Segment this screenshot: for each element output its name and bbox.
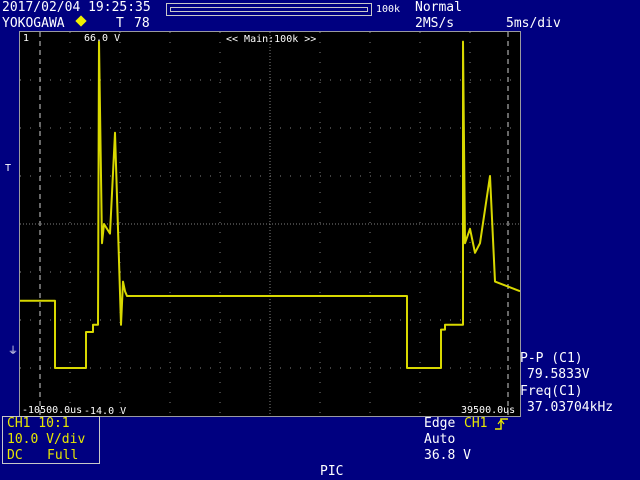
- trigger-level-marker: T: [5, 163, 12, 174]
- footer-label: PIC: [320, 464, 344, 479]
- brand-logo: YOKOGAWA: [2, 16, 65, 31]
- channel-marker: 1: [23, 33, 30, 44]
- datetime: 2017/02/04 19:25:35: [2, 0, 151, 15]
- time-left-label: -10500.0us: [22, 405, 83, 416]
- pp-label: P-P (C1): [520, 351, 583, 366]
- timebase[interactable]: 5ms/div: [506, 17, 561, 31]
- trigger-source[interactable]: CH1: [464, 417, 487, 431]
- acquisition-mode[interactable]: Normal: [415, 1, 462, 15]
- memory-length-label: 100k: [376, 4, 401, 15]
- pp-value: 79.5833V: [527, 367, 590, 382]
- trigger-mode[interactable]: Auto: [424, 433, 455, 447]
- waveform-display[interactable]: [19, 31, 521, 417]
- trigger-position-value: 78: [134, 16, 150, 31]
- ch1-waveform-trace: [20, 40, 520, 369]
- memory-position-bar[interactable]: [166, 3, 372, 16]
- rising-edge-icon: [495, 418, 508, 430]
- oscilloscope-screen: { "header": { "datetime": "2017/02/04 19…: [0, 0, 640, 480]
- ground-marker-icon: ⏚: [8, 346, 18, 357]
- waveform-area: [20, 40, 520, 369]
- zoom-label: << Main:100k >>: [226, 34, 317, 45]
- freq-label: Freq(C1): [520, 384, 583, 399]
- trigger-level: 36.8 V: [424, 448, 471, 463]
- sample-rate: 2MS/s: [415, 16, 455, 31]
- channel-name: CH1 10:1: [7, 416, 70, 431]
- channel-vdiv: 10.0 V/div: [7, 432, 86, 447]
- channel-bandwidth: Full: [47, 448, 79, 463]
- status-diamond-icon: [75, 15, 87, 27]
- trigger-type[interactable]: Edge: [424, 417, 455, 431]
- trigger-position-marker: T: [116, 16, 124, 31]
- freq-value: 37.03704kHz: [527, 400, 614, 415]
- top-level-label: 66.0 V: [84, 33, 121, 44]
- channel-coupling: DC: [7, 448, 23, 463]
- time-right-label: 39500.0us: [461, 405, 516, 416]
